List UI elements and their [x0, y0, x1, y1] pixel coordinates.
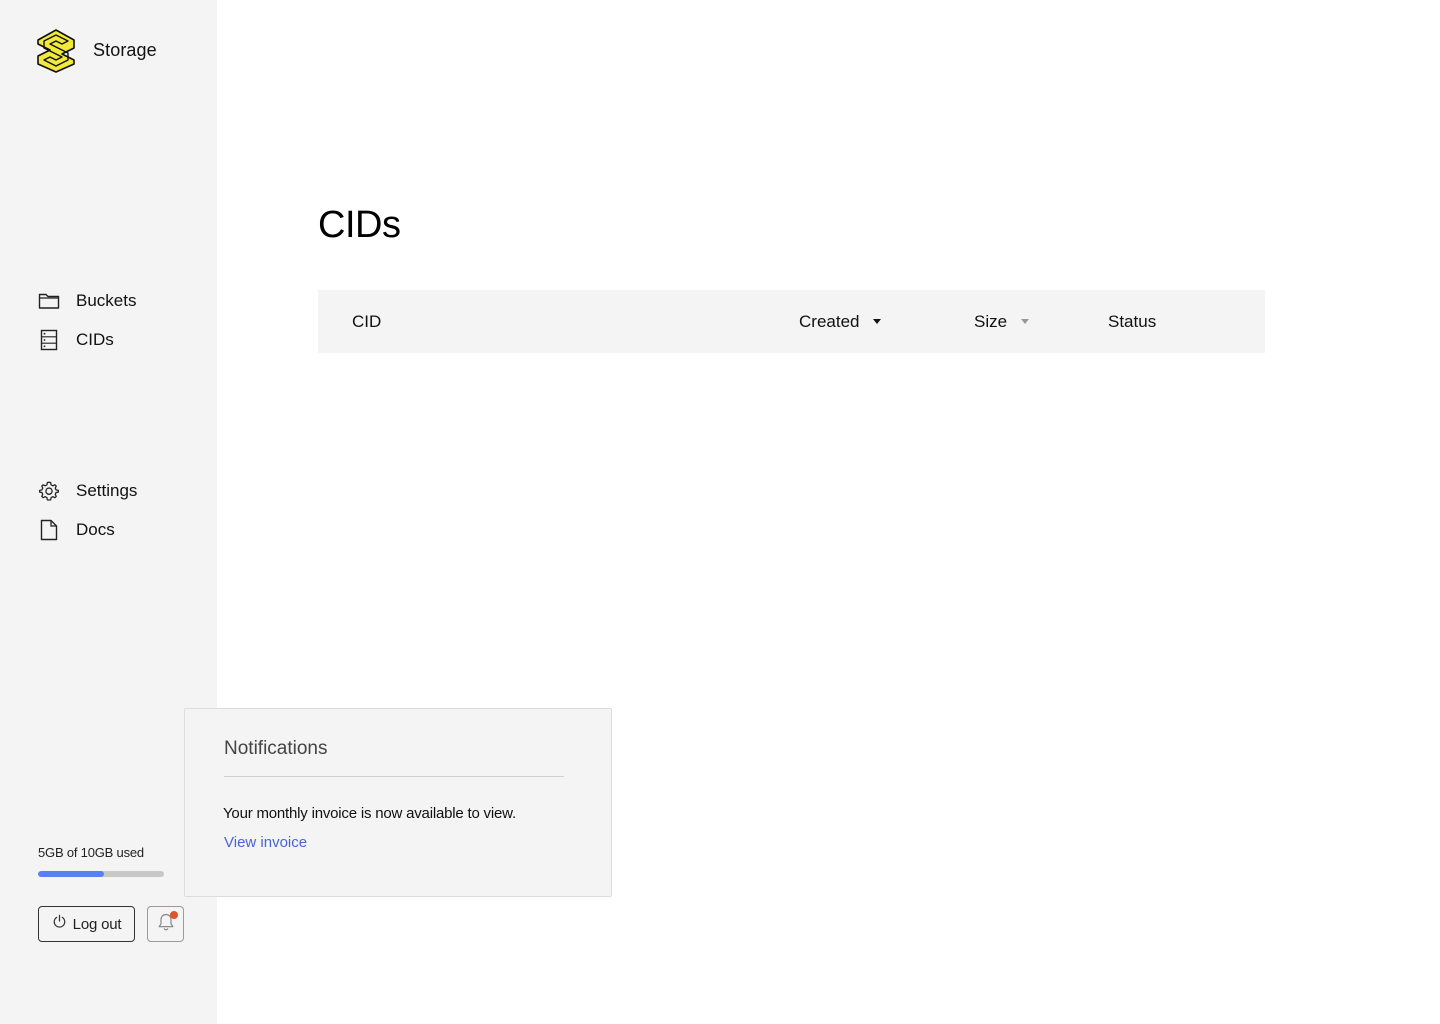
document-icon — [38, 519, 60, 541]
app-name: Storage — [93, 39, 157, 60]
sidebar-item-settings[interactable]: Settings — [38, 471, 137, 510]
logout-button[interactable]: Log out — [38, 906, 135, 942]
server-icon — [38, 329, 60, 351]
view-invoice-link[interactable]: View invoice — [224, 834, 307, 851]
sort-caret-icon — [1021, 319, 1030, 324]
sidebar-item-label: Docs — [76, 519, 115, 539]
column-header-created[interactable]: Created — [799, 290, 882, 353]
gear-icon — [38, 480, 60, 502]
sidebar-item-label: Buckets — [76, 290, 137, 310]
page-title: CIDs — [318, 204, 401, 246]
column-header-label: CID — [352, 311, 382, 331]
sidebar-item-docs[interactable]: Docs — [38, 510, 137, 549]
notifications-panel: Notifications Your monthly invoice is no… — [184, 708, 612, 897]
column-header-label: Size — [974, 311, 1008, 331]
storage-usage-bar — [38, 871, 164, 877]
sidebar-item-cids[interactable]: CIDs — [38, 320, 136, 359]
storage-logo-icon — [37, 29, 75, 73]
notifications-button[interactable] — [147, 906, 184, 942]
table-header: CID Created Size Status — [318, 290, 1265, 353]
unread-badge — [170, 911, 178, 919]
sidebar-item-label: Settings — [76, 480, 138, 500]
column-header-status: Status — [1108, 290, 1156, 353]
power-icon — [52, 914, 67, 934]
column-header-cid: CID — [352, 290, 381, 353]
app-logo[interactable]: Storage — [32, 26, 157, 74]
storage-usage-text: 5GB of 10GB used — [38, 845, 144, 860]
primary-nav: Buckets CIDs — [38, 281, 136, 359]
notifications-title: Notifications — [224, 738, 328, 759]
notification-message: Your monthly invoice is now available to… — [223, 805, 516, 822]
secondary-nav: Settings Docs — [38, 471, 137, 549]
sort-caret-icon — [873, 319, 882, 324]
logout-label: Log out — [72, 915, 122, 933]
sidebar-item-buckets[interactable]: Buckets — [38, 281, 136, 320]
column-header-label: Status — [1108, 311, 1157, 331]
column-header-size[interactable]: Size — [974, 290, 1030, 353]
sidebar-item-label: CIDs — [76, 329, 114, 349]
column-header-label: Created — [799, 311, 860, 331]
storage-usage: 5GB of 10GB used — [38, 845, 164, 877]
folder-icon — [38, 290, 60, 312]
divider — [224, 776, 564, 777]
storage-usage-fill — [38, 871, 104, 877]
